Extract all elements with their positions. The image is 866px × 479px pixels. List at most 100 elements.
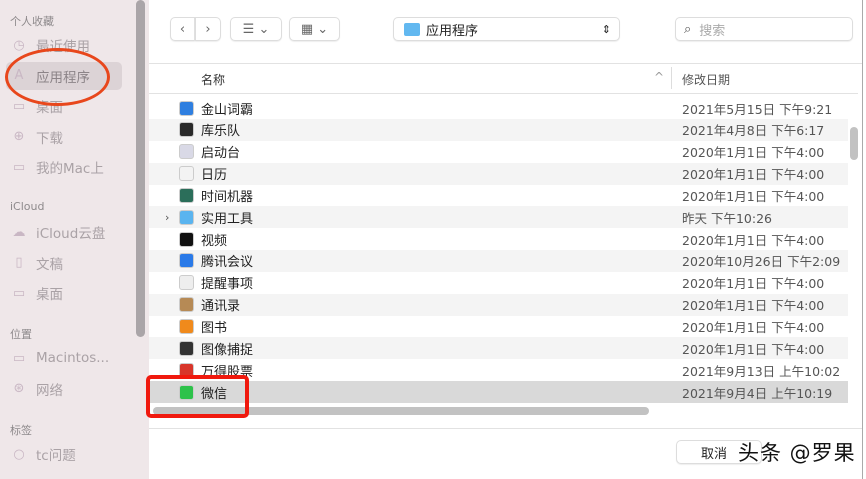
modified-date: 2021年5月15日 下午9:21 — [682, 101, 833, 117]
column-name-header[interactable]: 名称 — [201, 71, 225, 88]
app-icon — [179, 253, 194, 269]
location-popup[interactable]: 应用程序 ⇕ — [393, 17, 620, 41]
file-row[interactable]: › 实用工具 昨天 下午10:26 — [149, 206, 848, 229]
file-row[interactable]: 库乐队 2021年4月8日 下午6:17 — [149, 118, 848, 141]
vertical-scrollbar[interactable] — [850, 127, 858, 160]
sidebar-item-label: 下载 — [36, 130, 63, 147]
back-button[interactable]: ‹ — [170, 17, 195, 41]
folder-icon — [404, 22, 420, 36]
forward-button[interactable]: › — [195, 17, 221, 41]
app-icon — [179, 122, 194, 138]
sidebar-section-title: iCloud — [10, 200, 45, 213]
file-name: 提醒事项 — [201, 277, 254, 293]
sidebar-item[interactable]: ○ tc问题 — [10, 440, 122, 468]
app-icon — [179, 166, 194, 182]
file-row[interactable]: 图书 2020年1月1日 下午4:00 — [149, 316, 848, 338]
annotation-rectangle — [146, 375, 249, 418]
sidebar-item-label: iCloud云盘 — [36, 226, 106, 242]
sidebar-item-label: tc问题 — [36, 448, 76, 464]
disk-icon: ▭ — [12, 350, 26, 366]
list-view-button[interactable]: ☰ ⌄ — [230, 17, 282, 41]
file-name: 通讯录 — [201, 299, 241, 315]
sidebar-item[interactable]: ▭ 我的Mac上 — [10, 153, 122, 181]
modified-date: 2020年1月1日 下午4:00 — [682, 341, 825, 357]
sidebar-item-label: Macintos... — [36, 350, 110, 366]
file-row[interactable]: 启动台 2020年1月1日 下午4:00 — [149, 141, 848, 163]
file-name: 库乐队 — [201, 124, 241, 140]
file-row[interactable]: 通讯录 2020年1月1日 下午4:00 — [149, 293, 848, 316]
annotation-ellipse — [5, 48, 110, 106]
app-icon — [179, 209, 194, 225]
sidebar-item[interactable]: ⊛ 网络 — [10, 375, 122, 403]
file-name: 日历 — [201, 168, 228, 184]
search-icon: ⌕ — [684, 21, 692, 37]
modified-date: 2020年1月1日 下午4:00 — [682, 232, 825, 248]
disclosure-triangle-icon[interactable]: › — [165, 211, 169, 224]
sidebar-scrollbar[interactable] — [136, 0, 145, 337]
file-row[interactable]: 提醒事项 2020年1月1日 下午4:00 — [149, 272, 848, 294]
clock-icon: ◷ — [13, 37, 25, 53]
app-icon — [179, 319, 194, 334]
tag-circle-icon: ○ — [13, 446, 25, 462]
file-row[interactable]: 微信 2021年9月4日 上午10:19 — [149, 381, 848, 404]
modified-date: 2021年4月8日 下午6:17 — [682, 123, 825, 139]
divider — [149, 93, 858, 94]
sidebar-item[interactable]: ⊕ 下载 — [10, 123, 122, 151]
file-name: 时间机器 — [201, 189, 254, 205]
main-pane: ‹ › ☰ ⌄ ▦ ⌄ 应用程序 ⇕ ⌕ 搜索 名称 ^ 修改日期 金山词霸 20… — [149, 0, 866, 479]
modified-date: 2020年1月1日 下午4:00 — [682, 276, 825, 292]
file-row[interactable]: 万得股票 2021年9月13日 上午10:02 — [149, 359, 848, 381]
file-name: 腾讯会议 — [201, 255, 254, 271]
sidebar-item-label: 文稿 — [36, 256, 63, 273]
sidebar-item[interactable]: ☁ iCloud云盘 — [10, 218, 122, 246]
file-row[interactable]: 视频 2020年1月1日 下午4:00 — [149, 228, 848, 250]
sidebar-section-title: 位置 — [10, 328, 32, 341]
column-header: 名称 ^ 修改日期 — [149, 64, 862, 92]
search-input[interactable]: ⌕ 搜索 — [675, 17, 853, 41]
app-icon — [179, 100, 194, 116]
download-icon: ⊕ — [13, 129, 25, 144]
app-icon — [179, 340, 194, 356]
modified-date: 2020年1月1日 下午4:00 — [682, 320, 825, 335]
file-name: 启动台 — [201, 146, 241, 162]
desktop-icon: ▭ — [12, 98, 26, 114]
file-name: 实用工具 — [201, 211, 254, 227]
modified-date: 2021年9月4日 上午10:19 — [682, 385, 833, 401]
file-row[interactable]: 时间机器 2020年1月1日 下午4:00 — [149, 184, 848, 206]
sidebar-section-title: 标签 — [10, 424, 32, 437]
sidebar-item[interactable]: ▭ Macintos... — [10, 344, 122, 372]
sidebar-item-label: 网络 — [36, 382, 63, 399]
file-row[interactable]: 腾讯会议 2020年10月26日 下午2:09 — [149, 249, 848, 272]
app-icon — [179, 297, 194, 313]
desktop-icon: ▭ — [12, 285, 26, 301]
location-label: 应用程序 — [426, 23, 479, 39]
file-name: 图书 — [201, 321, 228, 336]
modified-date: 2020年1月1日 下午4:00 — [682, 145, 825, 161]
folder-icon: ▭ — [12, 159, 26, 175]
document-icon: ▯ — [15, 255, 23, 270]
file-row[interactable]: 金山词霸 2021年5月15日 下午9:21 — [149, 97, 848, 119]
app-icon — [179, 144, 194, 160]
column-divider — [671, 67, 672, 89]
updown-chevron-icon: ⇕ — [601, 22, 611, 36]
cloud-icon: ☁ — [12, 224, 26, 240]
app-icon — [179, 275, 194, 291]
modified-date: 2021年9月13日 上午10:02 — [682, 363, 841, 379]
modified-date: 2020年1月1日 下午4:00 — [682, 188, 825, 204]
watermark: 头条 @罗果 — [738, 441, 856, 465]
modified-date: 2020年10月26日 下午2:09 — [682, 254, 841, 270]
modified-date: 昨天 下午10:26 — [682, 210, 772, 226]
file-name: 视频 — [201, 233, 228, 249]
file-name: 图像捕捉 — [201, 342, 254, 358]
file-row[interactable]: 日历 2020年1月1日 下午4:00 — [149, 162, 848, 185]
sidebar-item[interactable]: ▭ 桌面 — [10, 279, 122, 307]
file-name: 金山词霸 — [201, 102, 254, 118]
column-date-header[interactable]: 修改日期 — [682, 71, 730, 88]
app-icon — [179, 231, 194, 247]
file-row[interactable]: 图像捕捉 2020年1月1日 下午4:00 — [149, 337, 848, 360]
modified-date: 2020年1月1日 下午4:00 — [682, 167, 825, 183]
group-view-button[interactable]: ▦ ⌄ — [289, 17, 340, 41]
sidebar-item[interactable]: ▯ 文稿 — [10, 249, 122, 277]
search-placeholder: 搜索 — [699, 23, 726, 39]
sidebar-item-label: 桌面 — [36, 287, 63, 303]
